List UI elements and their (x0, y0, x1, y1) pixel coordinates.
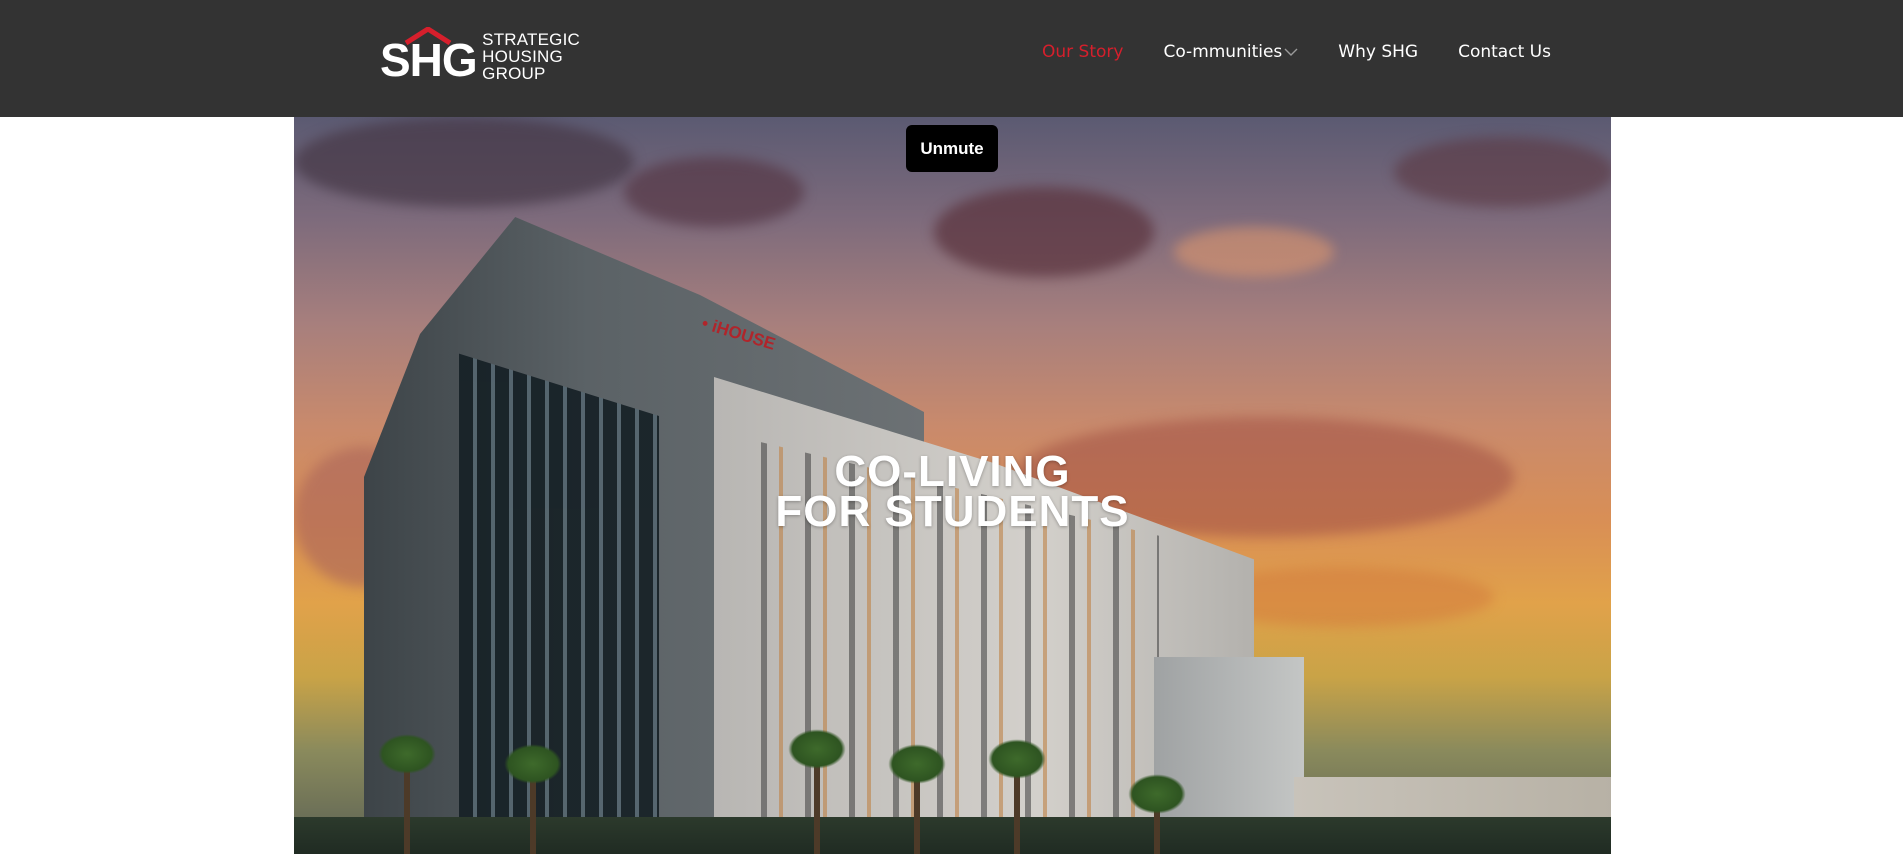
logo-wordmark: STRATEGIC HOUSING GROUP (482, 31, 580, 82)
cloud (624, 157, 804, 227)
cloud (1394, 137, 1611, 207)
nav-communities-label: Co-mmunities (1163, 42, 1283, 62)
hero-headline-line-2: FOR STUDENTS (775, 487, 1130, 536)
logo-line-2: HOUSING (482, 46, 563, 66)
unmute-button[interactable]: Unmute (906, 125, 998, 172)
palm-tree (378, 734, 436, 854)
logo-line-3: GROUP (482, 63, 546, 83)
nav-our-story[interactable]: Our Story (1042, 42, 1123, 62)
logo-mark: SHG (380, 27, 478, 86)
hero-headline-line-1: CO-LIVING (834, 447, 1071, 496)
hero-headline: CO-LIVING FOR STUDENTS (294, 447, 1611, 536)
cloud (294, 117, 634, 207)
shg-logo[interactable]: SHG STRATEGIC HOUSING GROUP (380, 26, 580, 86)
palm-tree (788, 729, 846, 854)
cloud (1174, 227, 1334, 277)
palm-tree (988, 739, 1046, 854)
site-header: SHG STRATEGIC HOUSING GROUP Our Story Co… (0, 0, 1903, 117)
nav-communities[interactable]: Co-mmunities (1163, 42, 1298, 62)
nav-why-shg[interactable]: Why SHG (1338, 42, 1418, 62)
hero-video[interactable]: • iHOUSE CO-LIVING FOR STUDENTS (294, 117, 1611, 854)
ground (294, 817, 1611, 854)
logo-initials: SHG (380, 34, 478, 86)
logo-line-1: STRATEGIC (482, 29, 580, 49)
palm-tree (1128, 774, 1186, 854)
cloud (934, 187, 1154, 277)
main-nav: Our Story Co-mmunities Why SHG Contact U… (1042, 42, 1551, 62)
nav-contact-us[interactable]: Contact Us (1458, 42, 1551, 62)
chevron-down-icon (1284, 48, 1298, 56)
palm-tree (504, 744, 562, 854)
palm-tree (888, 744, 946, 854)
